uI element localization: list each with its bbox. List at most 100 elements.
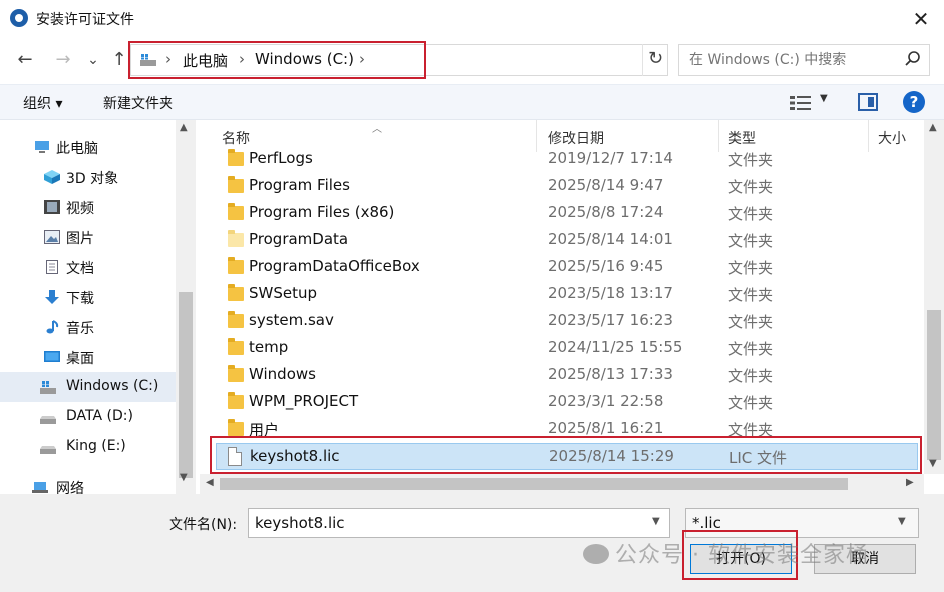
- folder-icon: [228, 392, 244, 409]
- file-name-cell: Windows: [249, 365, 316, 383]
- filename-label: 文件名(N):: [169, 517, 238, 533]
- file-date-cell: 2023/3/1 22:58: [548, 392, 664, 410]
- folder-icon: [228, 203, 244, 220]
- column-header-size[interactable]: 大小: [878, 128, 906, 148]
- file-row[interactable]: system.sav 2023/5/17 16:23 文件夹: [216, 308, 918, 335]
- file-list-horizontal-scrollbar[interactable]: ◀ ▶: [200, 474, 924, 494]
- forward-button[interactable]: →: [50, 46, 76, 74]
- file-type-cell: 文件夹: [728, 367, 774, 385]
- address-bar[interactable]: › 此电脑 › Windows (C:) › ⌄: [130, 44, 764, 76]
- file-row[interactable]: Program Files (x86) 2025/8/8 17:24 文件夹: [216, 200, 918, 227]
- file-type-dropdown-icon[interactable]: ▼: [898, 516, 906, 527]
- search-input[interactable]: [678, 44, 930, 76]
- scroll-up-icon[interactable]: ▲: [929, 122, 937, 133]
- cube-icon: [44, 170, 60, 184]
- view-options-icon[interactable]: [790, 95, 812, 111]
- sidebar-item-data-d[interactable]: DATA (D:): [0, 402, 176, 432]
- preview-pane-icon[interactable]: [858, 93, 878, 111]
- scroll-down-icon[interactable]: ▼: [929, 458, 937, 469]
- scroll-down-icon[interactable]: ▼: [180, 472, 188, 483]
- file-date-cell: 2019/12/7 17:14: [548, 149, 673, 167]
- new-folder-button[interactable]: 新建文件夹: [103, 93, 173, 113]
- scrollbar-thumb[interactable]: [220, 478, 848, 490]
- sidebar-item-documents[interactable]: 文档: [0, 252, 176, 282]
- file-row[interactable]: PerfLogs 2019/12/7 17:14 文件夹: [216, 146, 918, 173]
- file-type-cell: 文件夹: [728, 286, 774, 304]
- organize-menu[interactable]: 组织 ▾: [23, 93, 62, 113]
- file-row[interactable]: temp 2024/11/25 15:55 文件夹: [216, 335, 918, 362]
- sidebar-item-king-e[interactable]: King (E:): [0, 432, 176, 462]
- file-icon: [228, 447, 242, 466]
- sidebar-item-network[interactable]: 网络: [0, 472, 176, 494]
- up-button[interactable]: ↑: [106, 46, 132, 74]
- file-type-cell: 文件夹: [728, 259, 774, 277]
- download-icon: [45, 290, 59, 304]
- sort-ascending-icon: ︿: [372, 124, 382, 135]
- back-button[interactable]: ←: [12, 46, 38, 74]
- sidebar-item-label: 图片: [66, 231, 94, 247]
- file-row[interactable]: 用户 2025/8/1 16:21 文件夹: [216, 416, 918, 443]
- scrollbar-thumb[interactable]: [179, 292, 193, 478]
- desktop-icon: [44, 351, 60, 362]
- help-icon[interactable]: ?: [903, 91, 925, 113]
- file-row[interactable]: SWSetup 2023/5/18 13:17 文件夹: [216, 281, 918, 308]
- sidebar-item-label: 桌面: [66, 351, 94, 367]
- scroll-left-icon[interactable]: ◀: [206, 477, 214, 488]
- file-row[interactable]: WPM_PROJECT 2023/3/1 22:58 文件夹: [216, 389, 918, 416]
- file-type-cell: 文件夹: [728, 421, 774, 439]
- sidebar-item-desktop[interactable]: 桌面: [0, 342, 176, 372]
- file-name-cell: PerfLogs: [249, 149, 313, 167]
- file-row[interactable]: ProgramData 2025/8/14 14:01 文件夹: [216, 227, 918, 254]
- wechat-icon: [583, 544, 609, 564]
- picture-icon: [44, 230, 60, 244]
- sidebar-scrollbar[interactable]: ▲ ▼: [176, 120, 196, 494]
- app-icon: [10, 9, 28, 27]
- refresh-button[interactable]: ↻: [642, 44, 668, 76]
- scroll-up-icon[interactable]: ▲: [180, 122, 188, 133]
- close-button[interactable]: ✕: [906, 4, 936, 34]
- network-icon: [32, 482, 48, 493]
- column-header-type[interactable]: 类型: [728, 128, 756, 148]
- drive-icon: [40, 381, 56, 394]
- search-icon: [905, 51, 920, 66]
- breadcrumb-this-pc[interactable]: 此电脑: [183, 50, 228, 71]
- sidebar-item-this-pc[interactable]: 此电脑: [0, 132, 176, 162]
- file-type-cell: 文件夹: [728, 205, 774, 223]
- file-name-cell: ProgramDataOfficeBox: [249, 257, 420, 275]
- drive-icon: [40, 446, 56, 454]
- breadcrumb-windows-c[interactable]: Windows (C:): [255, 50, 354, 68]
- filename-input[interactable]: [248, 508, 670, 538]
- scrollbar-thumb[interactable]: [927, 310, 941, 460]
- sidebar-item-label: 网络: [56, 481, 84, 494]
- sidebar-item-windows-c[interactable]: Windows (C:): [0, 372, 176, 402]
- sidebar-item-music[interactable]: 音乐: [0, 312, 176, 342]
- file-row[interactable]: Windows 2025/8/13 17:33 文件夹: [216, 362, 918, 389]
- sidebar-item-downloads[interactable]: 下载: [0, 282, 176, 312]
- filename-dropdown-icon[interactable]: ▼: [652, 516, 660, 527]
- file-list-vertical-scrollbar[interactable]: ▲ ▼: [924, 120, 944, 474]
- breadcrumb-separator: ›: [239, 50, 245, 68]
- file-date-cell: 2025/5/16 9:45: [548, 257, 664, 275]
- scroll-right-icon[interactable]: ▶: [906, 477, 914, 488]
- file-type-filter[interactable]: *.lic: [685, 508, 919, 538]
- folder-icon: [228, 419, 244, 436]
- view-options-dropdown[interactable]: ▼: [820, 93, 828, 104]
- sidebar-item-videos[interactable]: 视频: [0, 192, 176, 222]
- folder-icon: [228, 176, 244, 193]
- file-list: ︿ 名称 修改日期 类型 大小 PerfLogs 2019/12/7 17:14 文…: [200, 120, 944, 494]
- column-header-date[interactable]: 修改日期: [548, 128, 604, 148]
- file-date-cell: 2023/5/18 13:17: [548, 284, 673, 302]
- file-row[interactable]: Program Files 2025/8/14 9:47 文件夹: [216, 173, 918, 200]
- file-type-cell: 文件夹: [728, 178, 774, 196]
- computer-icon: [35, 141, 49, 153]
- sidebar-item-3d-objects[interactable]: 3D 对象: [0, 162, 176, 192]
- window-title: 安装许可证文件: [36, 12, 134, 28]
- recent-locations-button[interactable]: ⌄: [80, 46, 106, 74]
- folder-icon: [228, 338, 244, 355]
- file-date-cell: 2025/8/14 9:47: [548, 176, 664, 194]
- breadcrumb-separator[interactable]: ›: [359, 50, 365, 68]
- sidebar-item-pictures[interactable]: 图片: [0, 222, 176, 252]
- file-row-selected[interactable]: keyshot8.lic 2025/8/14 15:29 LIC 文件: [216, 443, 918, 470]
- column-header-name[interactable]: 名称: [222, 128, 250, 148]
- file-row[interactable]: ProgramDataOfficeBox 2025/5/16 9:45 文件夹: [216, 254, 918, 281]
